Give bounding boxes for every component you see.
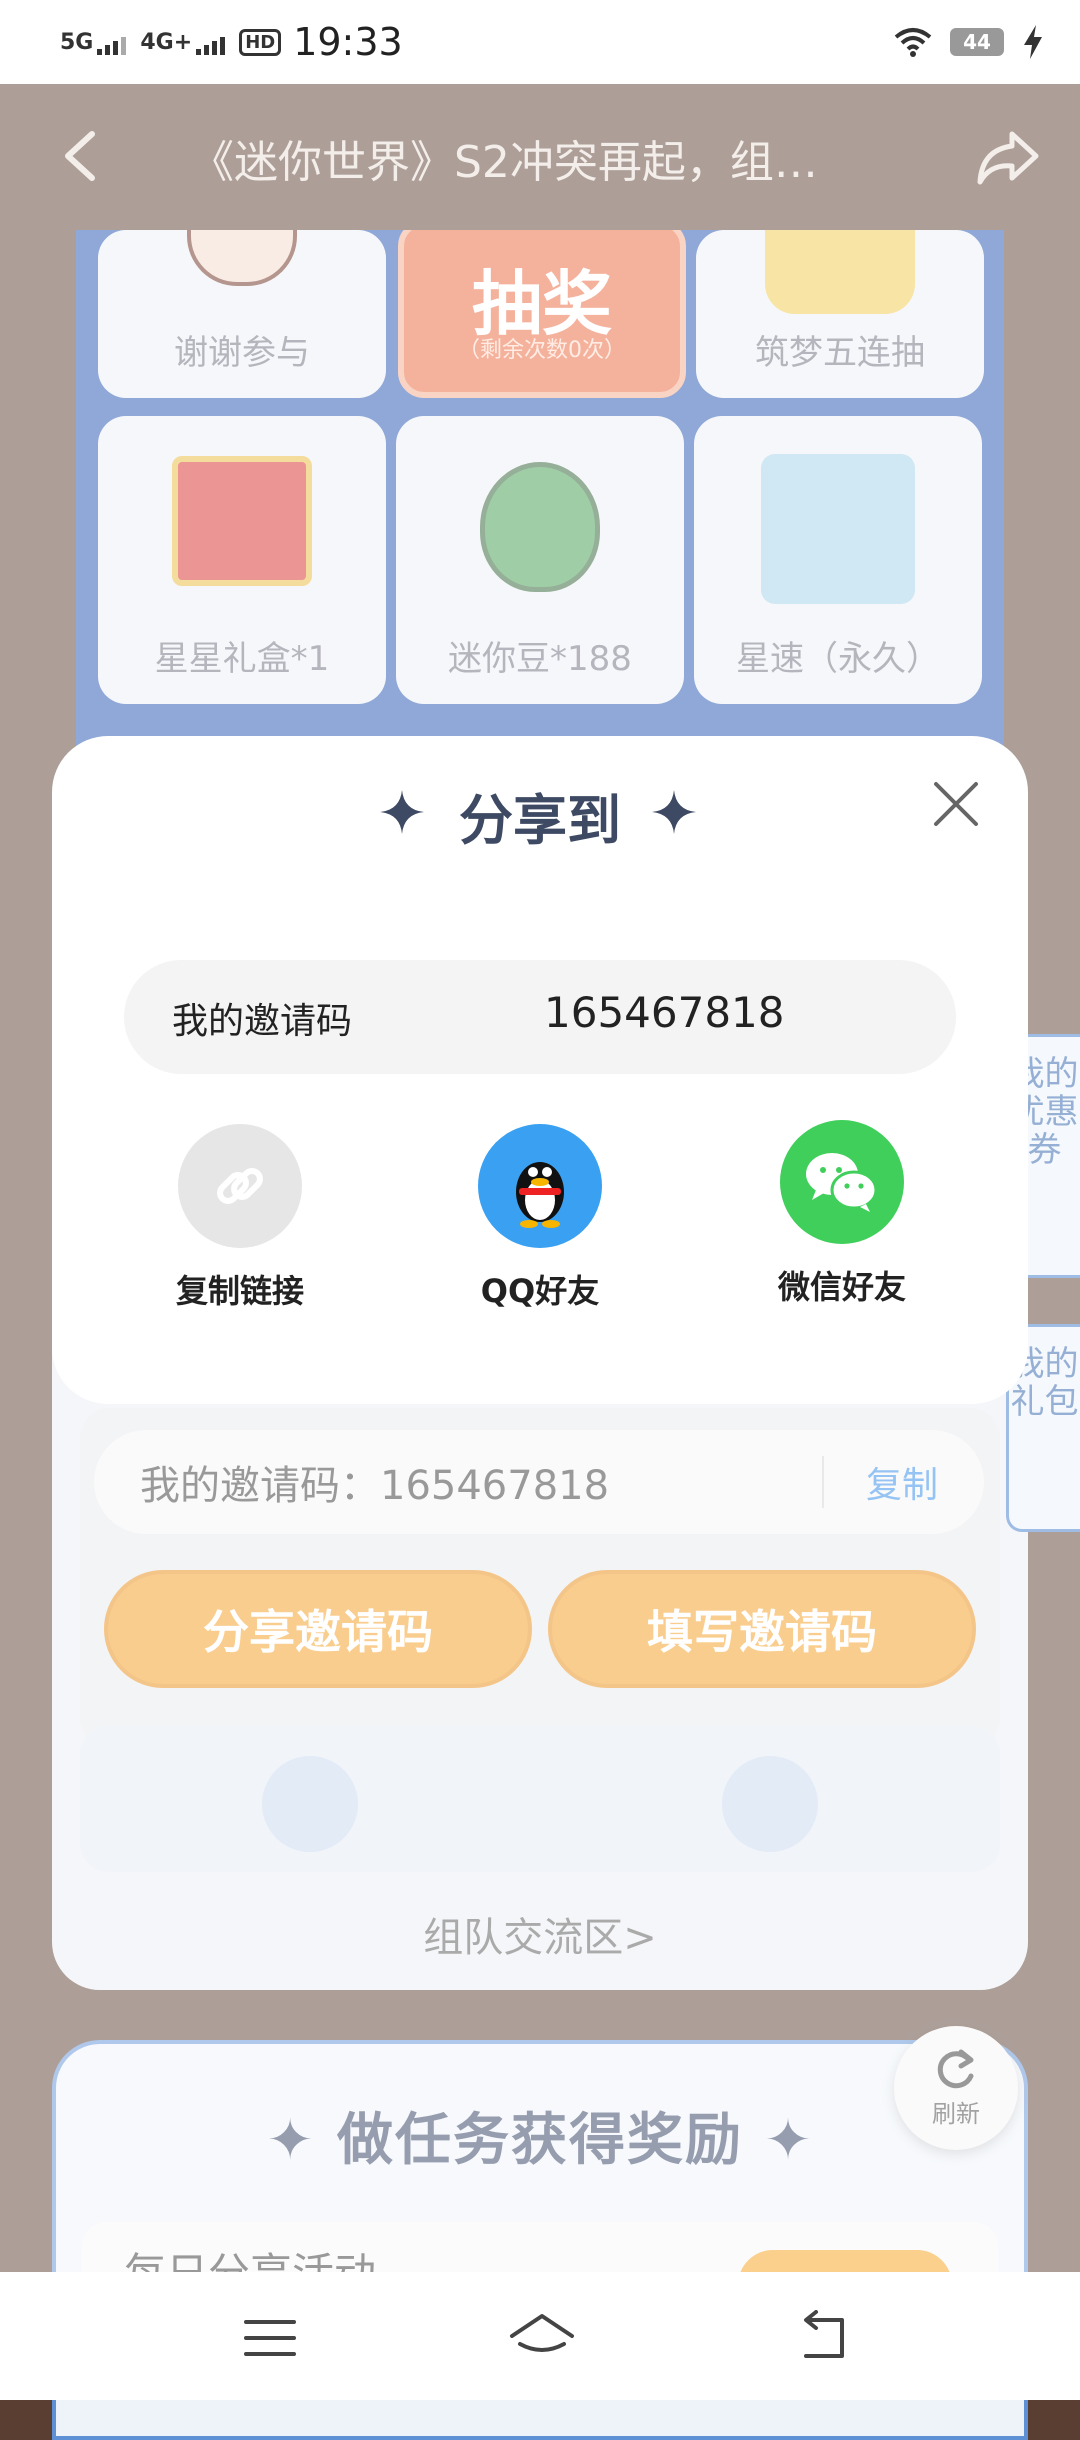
modal-invite-code: 我的邀请码 165467818: [124, 960, 956, 1074]
signal-4g: 4G+: [140, 29, 226, 55]
copy-link-label: 复制链接: [175, 1272, 304, 1310]
modal-title: 分享到: [459, 789, 621, 852]
charging-icon: [1024, 25, 1042, 59]
battery-icon: 44: [950, 28, 1004, 56]
wechat-friend-label: 微信好友: [777, 1268, 906, 1306]
invite-code-label: 我的邀请码: [172, 1001, 353, 1042]
invite-code-value: 165467818: [544, 988, 785, 1037]
menu-icon[interactable]: [242, 2310, 298, 2366]
qq-friend-option[interactable]: QQ好友: [440, 1124, 640, 1312]
network-label-1: 5G: [60, 29, 94, 55]
wifi-icon: [894, 28, 932, 57]
qq-friend-label: QQ好友: [480, 1272, 600, 1310]
close-icon[interactable]: [932, 780, 980, 828]
share-modal: 分享到 我的邀请码 165467818 复制链接 QQ好友 微信好友: [52, 736, 1028, 1404]
qq-penguin-icon: [478, 1124, 602, 1248]
network-label-2: 4G+: [140, 29, 193, 55]
signal-bars-icon: [196, 36, 226, 55]
clock: 19:33: [293, 20, 403, 64]
copy-link-option[interactable]: 复制链接: [140, 1124, 340, 1312]
signal-5g: 5G: [60, 29, 127, 55]
status-bar: 5G 4G+ HD 19:33 44: [0, 0, 1080, 84]
sparkle-icon: [652, 790, 696, 834]
hd-voice-icon: HD: [239, 28, 282, 56]
link-icon: [178, 1124, 302, 1248]
back-icon[interactable]: [794, 2310, 850, 2366]
system-navigation-bar: [0, 2272, 1080, 2400]
home-icon[interactable]: [506, 2310, 578, 2366]
wechat-icon: [780, 1120, 904, 1244]
wechat-friend-option[interactable]: 微信好友: [742, 1120, 942, 1308]
signal-bars-icon: [97, 36, 127, 55]
